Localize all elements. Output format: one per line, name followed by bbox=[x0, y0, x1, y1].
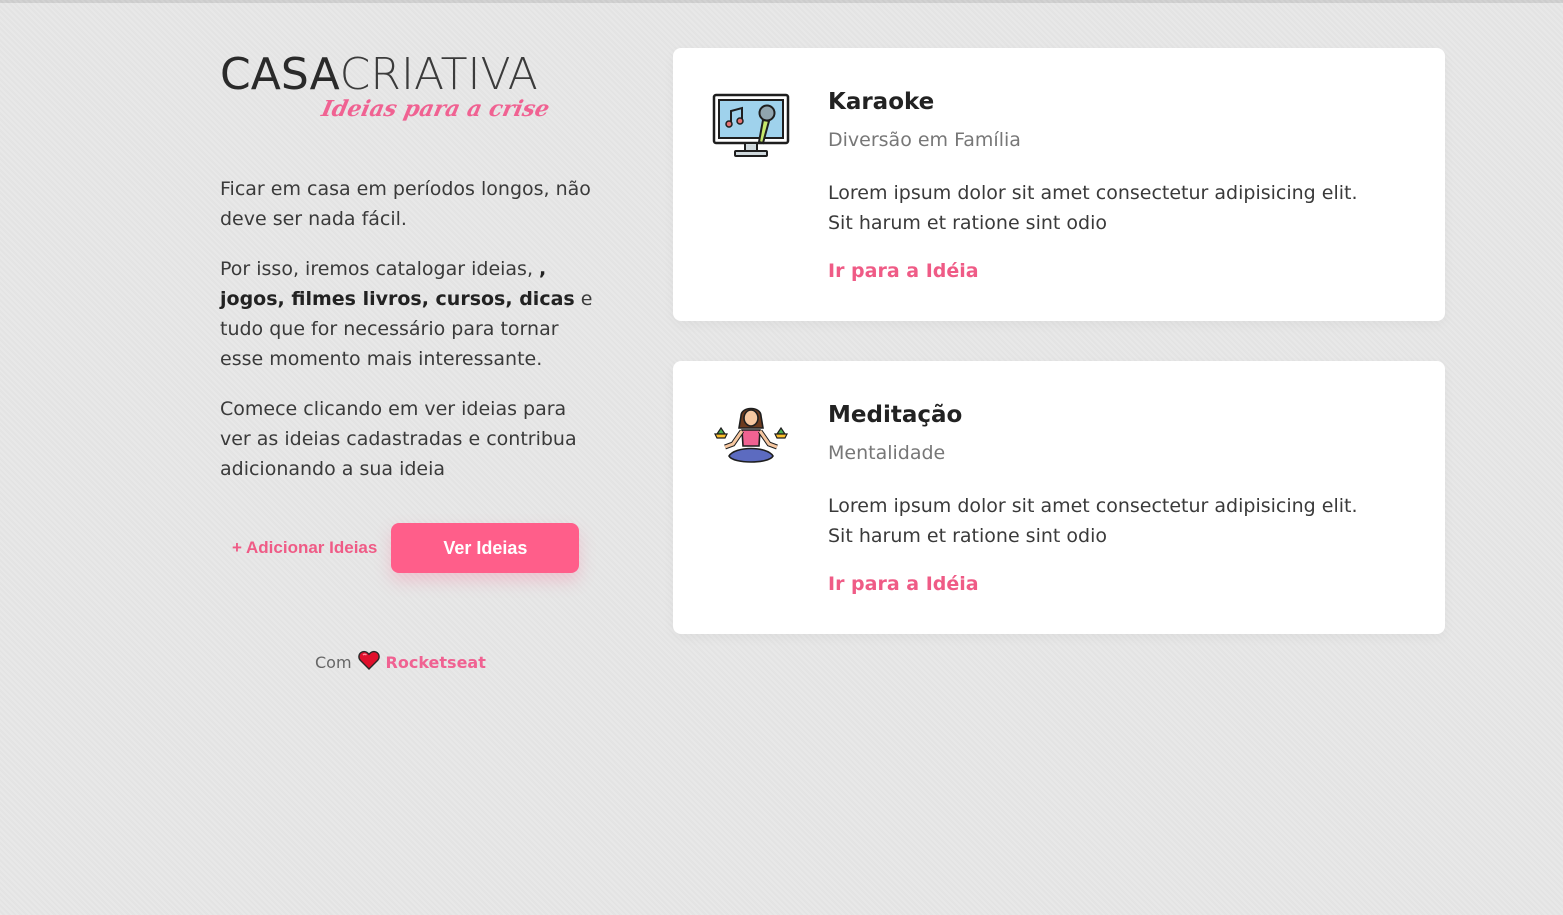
idea-link[interactable]: Ir para a Idéia bbox=[828, 573, 979, 595]
intro-p2-start: Por isso, iremos catalogar ideias, bbox=[220, 258, 540, 280]
idea-card-body: Karaoke Diversão em Família Lorem ipsum … bbox=[828, 88, 1388, 282]
idea-card: Meditação Mentalidade Lorem ipsum dolor … bbox=[673, 361, 1445, 634]
logo: CASACRIATIVA Ideias para a crise bbox=[220, 50, 582, 130]
idea-card-body: Meditação Mentalidade Lorem ipsum dolor … bbox=[828, 401, 1388, 595]
intro-paragraph-2: Por isso, iremos catalogar ideias, , jog… bbox=[220, 254, 600, 374]
intro-paragraph-3: Comece clicando em ver ideias para ver a… bbox=[220, 398, 577, 480]
idea-link[interactable]: Ir para a Idéia bbox=[828, 260, 979, 282]
logo-word-casa: CASA bbox=[220, 49, 340, 100]
idea-category: Diversão em Família bbox=[828, 129, 1021, 151]
action-bar: + Adicionar Ideias Ver Ideias bbox=[232, 523, 580, 573]
idea-title: Meditação bbox=[828, 402, 963, 428]
logo-wordmark: CASACRIATIVA bbox=[220, 50, 538, 100]
logo-word-criativa: CRIATIVA bbox=[339, 49, 538, 100]
logo-tagline: Ideias para a crise bbox=[319, 96, 552, 122]
intro-text: Ficar em casa em períodos longos, não de… bbox=[220, 174, 600, 484]
heart-icon bbox=[357, 650, 380, 674]
idea-description: Lorem ipsum dolor sit amet consectetur a… bbox=[828, 182, 1358, 234]
footer-credit: Com Rocketseat bbox=[315, 650, 486, 674]
karaoke-monitor-icon bbox=[711, 91, 791, 163]
add-idea-link[interactable]: + Adicionar Ideias bbox=[232, 538, 377, 558]
footer-prefix: Com bbox=[315, 652, 352, 672]
top-border bbox=[0, 0, 1563, 3]
view-ideas-button[interactable]: Ver Ideias bbox=[391, 523, 580, 573]
intro-column: CASACRIATIVA Ideias para a crise Ficar e… bbox=[220, 50, 600, 672]
rocketseat-link[interactable]: Rocketseat bbox=[386, 653, 486, 672]
intro-paragraph-1: Ficar em casa em períodos longos, não de… bbox=[220, 178, 591, 230]
meditation-icon bbox=[711, 404, 791, 476]
idea-title: Karaoke bbox=[828, 89, 935, 115]
idea-category: Mentalidade bbox=[828, 442, 946, 464]
idea-card: Karaoke Diversão em Família Lorem ipsum … bbox=[673, 48, 1445, 321]
idea-description: Lorem ipsum dolor sit amet consectetur a… bbox=[828, 495, 1358, 547]
